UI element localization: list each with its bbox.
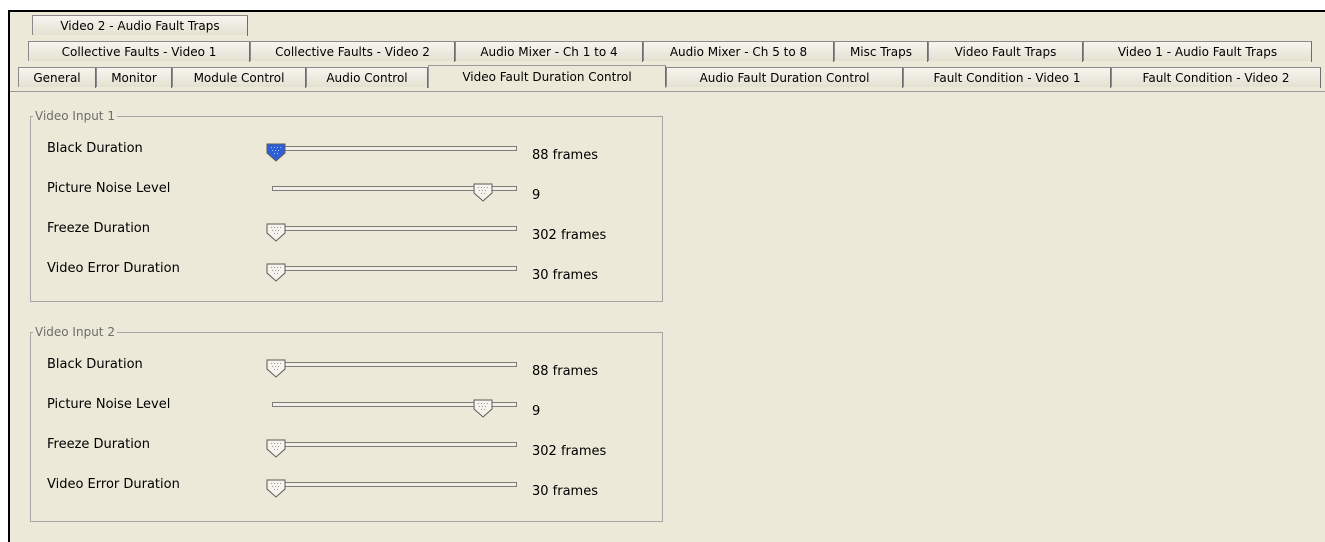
slider-value: 302 frames [532, 228, 607, 243]
tab-video-fault-traps[interactable]: Video Fault Traps [928, 41, 1083, 62]
black-duration-slider[interactable] [266, 143, 517, 162]
picture-noise-level-slider[interactable] [272, 183, 517, 202]
slider-thumb[interactable] [265, 479, 289, 499]
video-input-2-group: Video Input 2 Black Duration 88 frames P… [30, 325, 663, 522]
slider-row-video-error-duration: Video Error Duration 30 frames [31, 477, 662, 507]
tab-label: Misc Traps [849, 44, 913, 59]
slider-label: Picture Noise Level [47, 181, 171, 196]
slider-label: Picture Noise Level [47, 397, 171, 412]
group-title: Video Input 1 [33, 109, 117, 123]
slider-value: 30 frames [532, 484, 598, 499]
slider-value: 9 [532, 404, 541, 419]
slider-value: 9 [532, 188, 541, 203]
black-duration-slider[interactable] [266, 359, 517, 378]
tab-audio-mixer-ch-5-to-8[interactable]: Audio Mixer - Ch 5 to 8 [643, 41, 834, 62]
tab-row-3: General Monitor Module Control Audio Con… [10, 65, 1325, 88]
slider-row-picture-noise-level: Picture Noise Level 9 [31, 181, 662, 211]
slider-row-picture-noise-level: Picture Noise Level 9 [31, 397, 662, 427]
tabbed-window: Video 2 - Audio Fault Traps Collective F… [8, 10, 1325, 542]
tab-audio-fault-duration-control[interactable]: Audio Fault Duration Control [666, 67, 903, 88]
tab-audio-mixer-ch-1-to-4[interactable]: Audio Mixer - Ch 1 to 4 [455, 41, 643, 62]
slider-label: Video Error Duration [47, 261, 180, 276]
slider-row-black-duration: Black Duration 88 frames [31, 357, 662, 387]
tab-monitor[interactable]: Monitor [96, 67, 172, 88]
slider-row-black-duration: Black Duration 88 frames [31, 141, 662, 171]
tab-video-1-audio-fault-traps[interactable]: Video 1 - Audio Fault Traps [1083, 41, 1312, 62]
video-error-duration-slider[interactable] [266, 479, 517, 498]
slider-value: 30 frames [532, 268, 598, 283]
tab-label: Collective Faults - Video 1 [61, 44, 217, 59]
tab-label: Audio Mixer - Ch 1 to 4 [480, 44, 618, 59]
video-error-duration-slider[interactable] [266, 263, 517, 282]
slider-label: Video Error Duration [47, 477, 180, 492]
freeze-duration-slider[interactable] [266, 439, 517, 458]
tab-label: Audio Fault Duration Control [699, 70, 870, 85]
group-title: Video Input 2 [33, 325, 117, 339]
slider-label: Black Duration [47, 141, 143, 156]
tab-fault-condition-video-1[interactable]: Fault Condition - Video 1 [903, 67, 1111, 88]
slider-value: 88 frames [532, 148, 598, 163]
slider-value: 302 frames [532, 444, 607, 459]
slider-label: Black Duration [47, 357, 143, 372]
slider-thumb[interactable] [472, 183, 496, 203]
slider-value: 88 frames [532, 364, 598, 379]
video-input-1-group: Video Input 1 Black Duration 88 frames P… [30, 109, 663, 302]
tab-module-control[interactable]: Module Control [172, 67, 306, 88]
slider-row-video-error-duration: Video Error Duration 30 frames [31, 261, 662, 291]
tab-row-2: Collective Faults - Video 1 Collective F… [10, 41, 1325, 62]
tab-label: General [33, 70, 81, 85]
picture-noise-level-slider[interactable] [272, 399, 517, 418]
tab-label: Audio Control [326, 70, 408, 85]
tab-fault-condition-video-2[interactable]: Fault Condition - Video 2 [1111, 67, 1321, 88]
tab-misc-traps[interactable]: Misc Traps [834, 41, 928, 62]
slider-thumb[interactable] [265, 439, 289, 459]
tab-row-1: Video 2 - Audio Fault Traps [10, 15, 270, 36]
slider-thumb[interactable] [265, 359, 289, 379]
slider-row-freeze-duration: Freeze Duration 302 frames [31, 221, 662, 251]
tab-label: Video 1 - Audio Fault Traps [1117, 44, 1278, 59]
freeze-duration-slider[interactable] [266, 223, 517, 242]
tab-audio-control[interactable]: Audio Control [306, 67, 428, 88]
tab-video-2-audio-fault-traps[interactable]: Video 2 - Audio Fault Traps [32, 15, 248, 36]
tab-label: Video Fault Duration Control [462, 70, 632, 84]
tab-label: Fault Condition - Video 2 [1142, 70, 1290, 85]
tab-label: Audio Mixer - Ch 5 to 8 [669, 44, 808, 59]
tab-general[interactable]: General [18, 67, 96, 88]
tab-label: Video Fault Traps [954, 44, 1057, 59]
tab-label: Monitor [111, 70, 157, 85]
tab-collective-faults-video-1[interactable]: Collective Faults - Video 1 [28, 41, 250, 62]
tab-label: Fault Condition - Video 1 [933, 70, 1081, 85]
slider-thumb[interactable] [265, 263, 289, 283]
slider-row-freeze-duration: Freeze Duration 302 frames [31, 437, 662, 467]
tab-label: Video 2 - Audio Fault Traps [60, 18, 220, 33]
slider-thumb[interactable] [265, 143, 289, 163]
slider-thumb[interactable] [265, 223, 289, 243]
slider-label: Freeze Duration [47, 221, 151, 236]
slider-thumb[interactable] [472, 399, 496, 419]
tab-label: Module Control [193, 70, 285, 85]
slider-label: Freeze Duration [47, 437, 151, 452]
tab-label: Collective Faults - Video 2 [275, 44, 430, 59]
video-fault-duration-panel: Video Input 1 Black Duration 88 frames P… [10, 91, 1325, 542]
tab-collective-faults-video-2[interactable]: Collective Faults - Video 2 [250, 41, 455, 62]
tab-video-fault-duration-control[interactable]: Video Fault Duration Control [428, 65, 666, 88]
